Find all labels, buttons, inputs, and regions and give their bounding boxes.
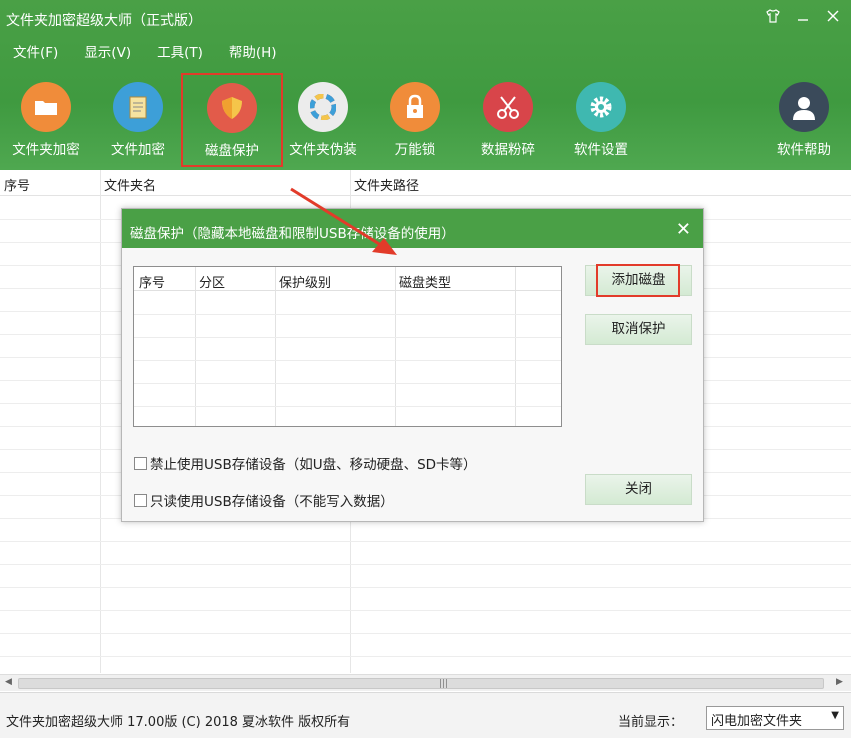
color-wheel-icon: [298, 82, 348, 132]
checkbox-label: 禁止使用USB存储设备（如U盘、移动硬盘、SD卡等）: [150, 457, 477, 473]
column-divider: [515, 267, 516, 426]
table-row: [134, 337, 561, 338]
block-usb-checkbox[interactable]: 禁止使用USB存储设备（如U盘、移动硬盘、SD卡等）: [134, 453, 477, 473]
tool-universal-lock[interactable]: 万能锁: [369, 74, 461, 168]
window-title: 文件夹加密超级大师（正式版）: [6, 13, 202, 29]
scrollbar-thumb[interactable]: |||: [18, 678, 824, 689]
tool-data-shred[interactable]: 数据粉碎: [462, 74, 554, 168]
tool-label: 文件夹加密: [12, 142, 80, 158]
readonly-usb-checkbox[interactable]: 只读使用USB存储设备（不能写入数据）: [134, 490, 394, 510]
shield-icon: [207, 83, 257, 133]
tool-folder-disguise[interactable]: 文件夹伪装: [277, 74, 369, 168]
scissors-icon: [483, 82, 533, 132]
column-divider: [100, 170, 101, 673]
menu-bar: 文件(F) 显示(V) 工具(T) 帮助(H): [0, 39, 290, 63]
column-divider: [275, 267, 276, 426]
close-button[interactable]: 关闭: [585, 474, 692, 505]
disk-protect-dialog: 磁盘保护（隐藏本地磁盘和限制USB存储设备的使用） ✕ 序号 分区 保护级别 磁…: [121, 208, 704, 522]
dialog-title: 磁盘保护（隐藏本地磁盘和限制USB存储设备的使用）: [130, 226, 455, 242]
column-header-folder-path[interactable]: 文件夹路径: [354, 175, 419, 194]
column-header-partition[interactable]: 分区: [199, 272, 225, 291]
app-header: 文件夹加密超级大师（正式版） 文件(F) 显示(V) 工具(T) 帮助(H) 文…: [0, 0, 851, 170]
tool-settings[interactable]: 软件设置: [555, 74, 647, 168]
table-header: 序号 文件夹名 文件夹路径: [0, 170, 851, 196]
partition-list[interactable]: 序号 分区 保护级别 磁盘类型: [133, 266, 562, 427]
dialog-title-bar: 磁盘保护（隐藏本地磁盘和限制USB存储设备的使用） ✕: [122, 209, 703, 248]
table-row: [0, 633, 851, 634]
column-header-protect-level[interactable]: 保护级别: [279, 272, 331, 291]
checkbox-label: 只读使用USB存储设备（不能写入数据）: [150, 494, 394, 510]
column-header-index[interactable]: 序号: [139, 272, 165, 291]
table-row: [0, 541, 851, 542]
column-divider: [195, 267, 196, 426]
add-disk-button[interactable]: 添加磁盘: [585, 265, 692, 296]
tool-file-encrypt[interactable]: 文件加密: [92, 74, 184, 168]
chevron-down-icon: ▼: [831, 710, 839, 721]
table-row: [0, 656, 851, 657]
table-row: [0, 610, 851, 611]
cancel-protect-button[interactable]: 取消保护: [585, 314, 692, 345]
column-header-folder-name[interactable]: 文件夹名: [104, 175, 156, 194]
current-display-label: 当前显示：: [618, 715, 684, 730]
current-display-select[interactable]: 闪电加密文件夹 ▼: [706, 706, 844, 730]
lock-icon: [390, 82, 440, 132]
tool-folder-encrypt[interactable]: 文件夹加密: [0, 74, 92, 168]
tool-label: 磁盘保护: [205, 143, 259, 159]
tool-label: 数据粉碎: [481, 142, 535, 158]
close-icon[interactable]: [825, 8, 841, 28]
checkbox-box[interactable]: [134, 456, 147, 470]
user-icon: [779, 82, 829, 132]
tool-label: 软件帮助: [777, 142, 831, 158]
window-controls: [765, 8, 841, 28]
scroll-left-icon[interactable]: ◀: [5, 677, 12, 687]
tool-label: 文件夹伪装: [289, 142, 357, 158]
menu-help[interactable]: 帮助(H): [216, 39, 290, 63]
table-row: [0, 564, 851, 565]
tool-help[interactable]: 软件帮助: [758, 74, 850, 168]
table-row: [0, 587, 851, 588]
folder-icon: [21, 82, 71, 132]
copyright-text: 文件夹加密超级大师 17.00版 (C) 2018 夏冰软件 版权所有: [6, 715, 351, 730]
table-row: [134, 360, 561, 361]
gear-icon: [576, 82, 626, 132]
column-header-index[interactable]: 序号: [4, 175, 30, 194]
scroll-right-icon[interactable]: ▶: [836, 677, 843, 687]
menu-view[interactable]: 显示(V): [71, 39, 144, 63]
minimize-icon[interactable]: [795, 8, 811, 28]
dialog-close-icon[interactable]: ✕: [676, 219, 691, 240]
tool-label: 软件设置: [574, 142, 628, 158]
table-row: [134, 314, 561, 315]
menu-file[interactable]: 文件(F): [0, 39, 71, 63]
column-divider: [395, 267, 396, 426]
current-display-value: 闪电加密文件夹: [711, 714, 803, 729]
shirt-icon[interactable]: [765, 8, 781, 28]
grip-icon: |||: [439, 679, 449, 689]
menu-tools[interactable]: 工具(T): [144, 39, 216, 63]
tool-disk-protect[interactable]: 磁盘保护: [181, 73, 283, 167]
table-row: [134, 383, 561, 384]
status-bar: 文件夹加密超级大师 17.00版 (C) 2018 夏冰软件 版权所有 当前显示…: [0, 692, 851, 738]
file-icon: [113, 82, 163, 132]
tool-label: 文件加密: [111, 142, 165, 158]
column-header-disk-type[interactable]: 磁盘类型: [399, 272, 451, 291]
tool-label: 万能锁: [394, 142, 436, 158]
table-row: [134, 406, 561, 407]
checkbox-box[interactable]: [134, 493, 147, 507]
toolbar: 文件夹加密 文件加密 磁盘保护 文件夹伪装 万能锁 数据粉碎 软件设置 软件帮助: [0, 73, 851, 168]
partition-list-header: 序号 分区 保护级别 磁盘类型: [134, 267, 561, 291]
horizontal-scrollbar[interactable]: ◀ ||| ▶: [0, 674, 851, 691]
